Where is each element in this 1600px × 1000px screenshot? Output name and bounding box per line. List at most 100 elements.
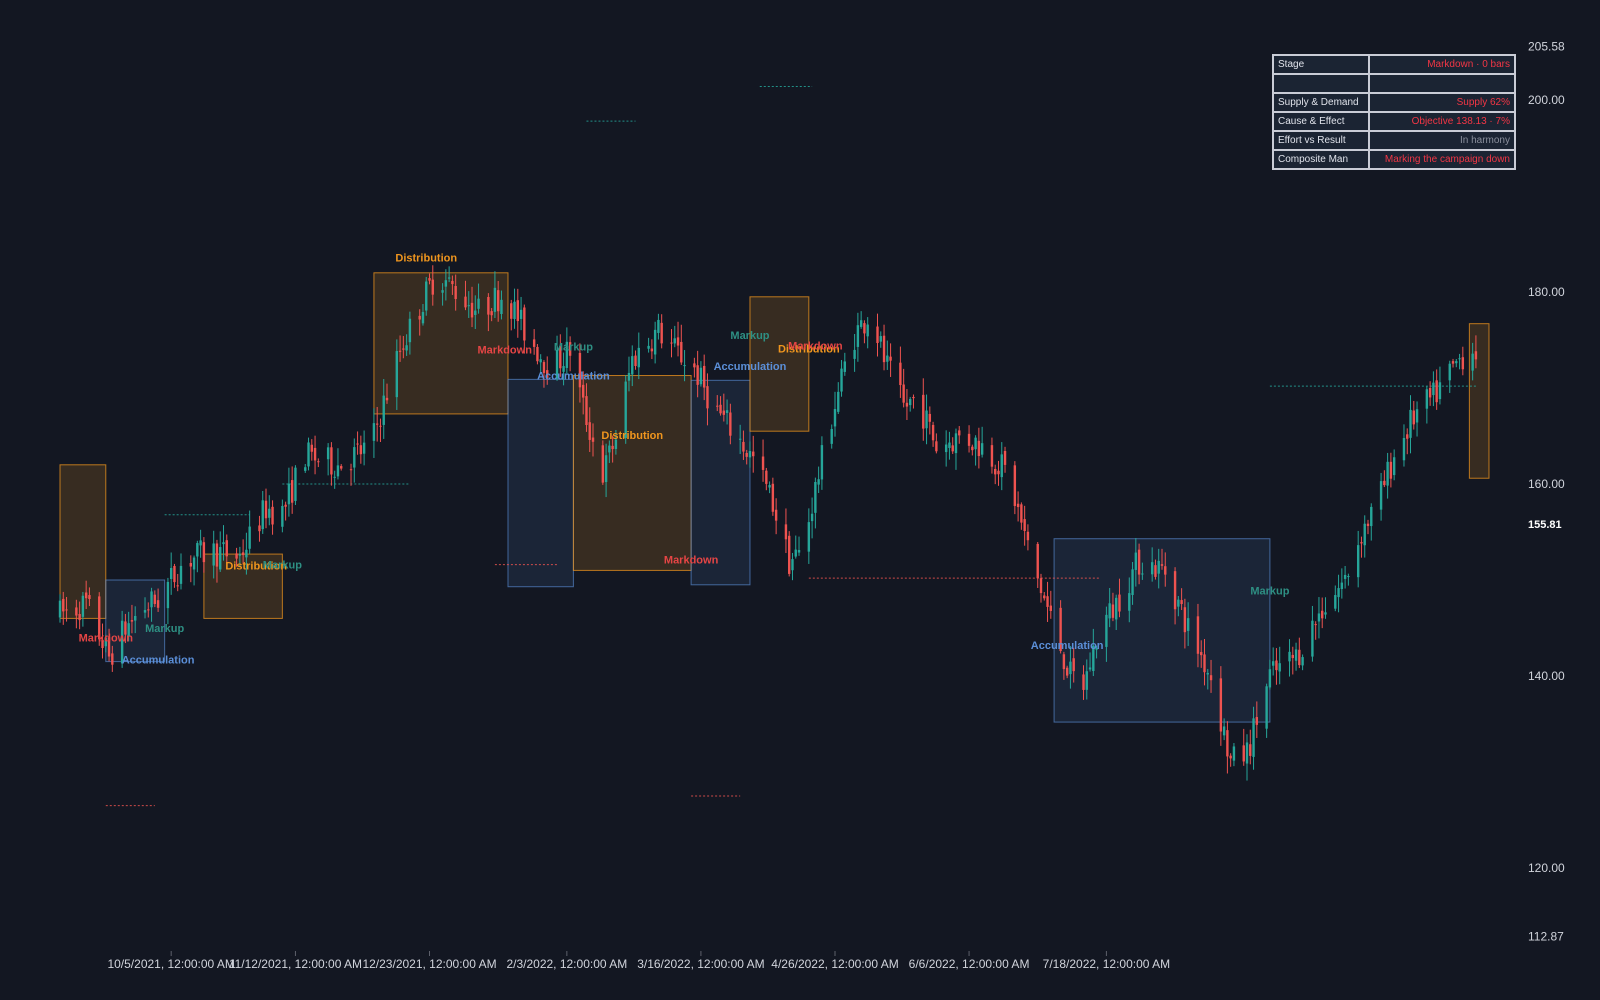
candle-body [202,542,206,563]
candle-body [1177,599,1180,607]
time-tick-label: 10/5/2021, 12:00:00 AM [107,957,234,971]
candle-body [418,315,421,320]
candle [196,540,199,573]
candle-body [1268,669,1272,688]
distribution-zone [572,375,692,571]
time-axis[interactable]: 10/5/2021, 12:00:00 AM11/12/2021, 12:00:… [107,951,1170,971]
candle [797,536,801,556]
candle-body [1455,361,1458,364]
price-axis[interactable]: 205.58 200.00 180.00 160.00 140.00 120.00 112.… [1528,39,1565,943]
candle-body [1016,503,1020,508]
candle [990,437,994,474]
candle [192,555,196,586]
candle-body [774,509,778,521]
candle [653,321,657,364]
candle-body [948,442,951,448]
candle-body [75,607,78,616]
time-tick-label: 6/6/2022, 12:00:00 AM [909,957,1030,971]
candle [830,424,833,449]
candle-body [88,595,91,599]
candle-body [745,452,748,457]
candle-body [238,554,242,556]
candle [258,515,261,542]
candle [1383,470,1386,488]
candle-body [673,338,676,344]
candle-body [1360,542,1363,544]
candle [519,296,523,331]
candle [771,477,775,516]
candle [928,406,932,435]
candle-body [631,356,634,375]
candle-body [294,467,297,501]
candle-body [719,404,722,414]
price-tick-label: 200.00 [1528,93,1565,107]
candle [1314,621,1317,640]
price-tick-label: 180.00 [1528,285,1565,299]
candle-body [582,384,585,398]
candle [1461,346,1465,376]
candle [1311,605,1314,662]
candle [905,389,909,421]
markup-label: Markup [145,623,184,635]
table-row: Composite Man Marking the campaign down [1272,149,1516,170]
table-value: Objective 138.13 · 7% [1368,111,1516,132]
candle-body [464,296,467,308]
last-price-label: 155.81 [1528,519,1562,531]
candle-body [601,445,605,483]
candle-body [807,522,811,552]
candle-body [771,483,775,512]
candle [510,299,513,331]
candle-body [1026,531,1030,541]
candle [513,288,516,329]
candle-body [683,365,686,367]
candle-body [1229,755,1232,759]
candle [179,553,183,590]
candle [794,535,797,559]
candle [287,467,291,517]
candle-body [853,349,856,359]
candle-body [1206,673,1209,675]
table-key [1272,73,1370,94]
candle-body [604,455,608,483]
candle [333,470,336,489]
candle [1275,648,1278,685]
candle [1406,428,1409,455]
candle-body [585,396,588,425]
candle-body [729,412,732,436]
candle-body [310,444,313,452]
candle-body [111,653,114,665]
candle-body [496,290,500,312]
candle [1271,647,1275,676]
candle [219,531,222,572]
candle-body [882,335,886,363]
candle [1337,574,1340,613]
candle [1226,721,1229,774]
candle [954,428,958,470]
candle-body [1242,745,1245,762]
candle [1291,646,1294,675]
table-key: Composite Man [1272,149,1370,170]
candle [264,488,268,529]
candle-body [1337,588,1340,598]
candle-body [362,442,366,454]
candle [1386,452,1389,499]
candle-body [1428,388,1432,398]
candle [1360,536,1363,558]
candle [814,477,817,529]
candle-body [1219,678,1223,732]
candle-body [1415,409,1419,423]
candle-body [1425,389,1429,409]
candle-body [1232,746,1236,761]
candle [1023,505,1026,546]
candle-body [336,465,340,477]
candle-body [395,351,399,398]
candle-body [931,424,935,441]
candle-body [1049,605,1053,611]
candle [856,312,860,362]
candle-body [493,287,497,312]
candle-body [1370,506,1373,527]
time-tick-label: 11/12/2021, 12:00:00 AM [229,957,362,971]
candle-body [1271,661,1275,666]
candle-body [1343,574,1347,579]
candle-body [81,595,85,617]
